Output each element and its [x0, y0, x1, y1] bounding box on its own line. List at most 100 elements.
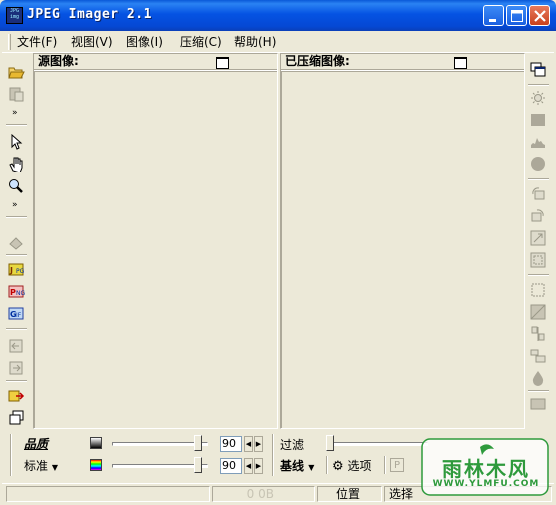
align-button[interactable]: [528, 346, 549, 366]
options-label: 选项: [347, 459, 372, 473]
rotate-left-button[interactable]: [528, 184, 549, 204]
preview-icon[interactable]: P: [390, 458, 404, 472]
toolbar-separator: [528, 178, 549, 180]
source-panel-header: 源图像:: [34, 54, 277, 70]
back-icon: [9, 339, 23, 353]
controls-divider: [272, 434, 274, 476]
resize-button[interactable]: [528, 228, 549, 248]
minimize-button[interactable]: [483, 5, 504, 26]
histogram-button[interactable]: [528, 132, 549, 152]
status-pane-size: 0 0B: [212, 486, 315, 502]
png-format-button[interactable]: P NG: [6, 282, 27, 302]
source-image-area[interactable]: [34, 70, 277, 428]
toolbar-separator: [6, 254, 27, 256]
windows-button[interactable]: [6, 408, 27, 428]
jpeg-format-icon: J PG: [8, 263, 25, 276]
quality-slider-thumb[interactable]: [194, 435, 203, 451]
menu-compress[interactable]: 压缩(C): [180, 34, 222, 50]
brightness-button[interactable]: [528, 88, 549, 108]
jpeg-format-button[interactable]: J PG: [6, 260, 27, 280]
split-button[interactable]: [528, 324, 549, 344]
options-button[interactable]: ⚙ 选项: [332, 457, 372, 474]
chroma-decrease-button[interactable]: ◀: [244, 458, 253, 474]
window-list-button[interactable]: [528, 60, 549, 80]
quality-decrease-button[interactable]: ◀: [244, 436, 253, 452]
open-folder-icon: [8, 67, 25, 79]
quality-value-input[interactable]: 90: [220, 436, 242, 452]
dropdown-arrow-icon: ▼: [51, 463, 58, 472]
svg-text:PG: PG: [16, 268, 25, 275]
pointer-button[interactable]: [6, 132, 27, 152]
source-panel-maximize-icon[interactable]: [216, 57, 229, 69]
controls-divider: [384, 456, 386, 474]
contrast-button[interactable]: [528, 110, 549, 130]
gif-format-button[interactable]: G IF: [6, 304, 27, 324]
menu-grip[interactable]: [8, 34, 11, 50]
rotate-right-icon: [531, 209, 544, 222]
compressed-image-area[interactable]: [281, 70, 524, 428]
source-panel-title: 源图像:: [38, 54, 79, 68]
filter-slider-track[interactable]: [328, 442, 428, 446]
quality-increase-button[interactable]: ▶: [254, 436, 263, 452]
title-bar[interactable]: JPG img JPEG Imager 2.1: [0, 0, 556, 31]
status-pane-message: [6, 486, 210, 502]
filter-slider-thumb[interactable]: [326, 435, 334, 451]
chroma-increase-button[interactable]: ▶: [254, 458, 263, 474]
toolbar-separator: [6, 328, 27, 330]
menu-file[interactable]: 文件(F): [17, 34, 57, 50]
rotate-right-button[interactable]: [528, 206, 549, 226]
toolbar-separator: [6, 216, 27, 218]
hand-icon: [9, 157, 23, 172]
contrast-icon: [531, 114, 545, 126]
circle-button[interactable]: [528, 154, 549, 174]
compressed-panel-title: 已压缩图像:: [285, 54, 350, 68]
split-icon: [531, 326, 545, 341]
select-button[interactable]: [528, 280, 549, 300]
toolbar-chevron-icon[interactable]: »: [12, 200, 18, 210]
apply-button[interactable]: [6, 232, 27, 252]
export-button[interactable]: [6, 386, 27, 406]
windows-icon: [9, 410, 24, 425]
close-button[interactable]: [529, 5, 550, 26]
crop-button[interactable]: [528, 250, 549, 270]
baseline-label: 基线: [280, 459, 305, 473]
crop-icon: [530, 252, 546, 268]
compressed-panel-maximize-icon[interactable]: [454, 57, 467, 69]
histogram-icon: [531, 138, 545, 148]
maximize-button[interactable]: [506, 5, 527, 26]
align-icon: [530, 349, 546, 363]
chroma-value-input[interactable]: 90: [220, 458, 242, 474]
open-button[interactable]: [6, 62, 27, 82]
watermark-url: WWW.YLMFU.COM: [432, 479, 540, 489]
window-title: JPEG Imager 2.1: [27, 7, 152, 22]
fill-button[interactable]: [528, 394, 549, 414]
gear-icon: ⚙: [332, 459, 344, 474]
export-icon: [8, 390, 25, 402]
toolbar-separator: [528, 274, 549, 276]
source-panel: 源图像:: [33, 53, 278, 429]
maximize-icon: [511, 10, 523, 22]
dropdown-arrow-icon: ▼: [308, 463, 315, 472]
right-toolbar: [526, 58, 551, 414]
forward-button[interactable]: [6, 358, 27, 378]
grayscale-button[interactable]: [528, 302, 549, 322]
paste-button[interactable]: [6, 84, 27, 104]
menu-view[interactable]: 视图(V): [71, 34, 113, 50]
chroma-slider-thumb[interactable]: [194, 457, 203, 473]
brightness-icon: [531, 91, 545, 105]
menu-help[interactable]: 帮助(H): [234, 34, 276, 50]
menu-image[interactable]: 图像(I): [126, 34, 163, 50]
hand-button[interactable]: [6, 154, 27, 174]
baseline-dropdown[interactable]: 基线 ▼: [280, 457, 314, 474]
drop-button[interactable]: [528, 368, 549, 388]
close-icon: [534, 10, 546, 22]
standard-dropdown[interactable]: 标准 ▼: [24, 457, 58, 474]
png-format-icon: P NG: [8, 285, 25, 298]
zoom-icon: [9, 179, 23, 193]
toolbar-separator: [6, 124, 27, 126]
compressed-panel-header: 已压缩图像:: [281, 54, 524, 70]
toolbar-chevron-icon[interactable]: »: [12, 108, 18, 118]
drop-icon: [532, 371, 544, 386]
back-button[interactable]: [6, 336, 27, 356]
zoom-button[interactable]: [6, 176, 27, 196]
